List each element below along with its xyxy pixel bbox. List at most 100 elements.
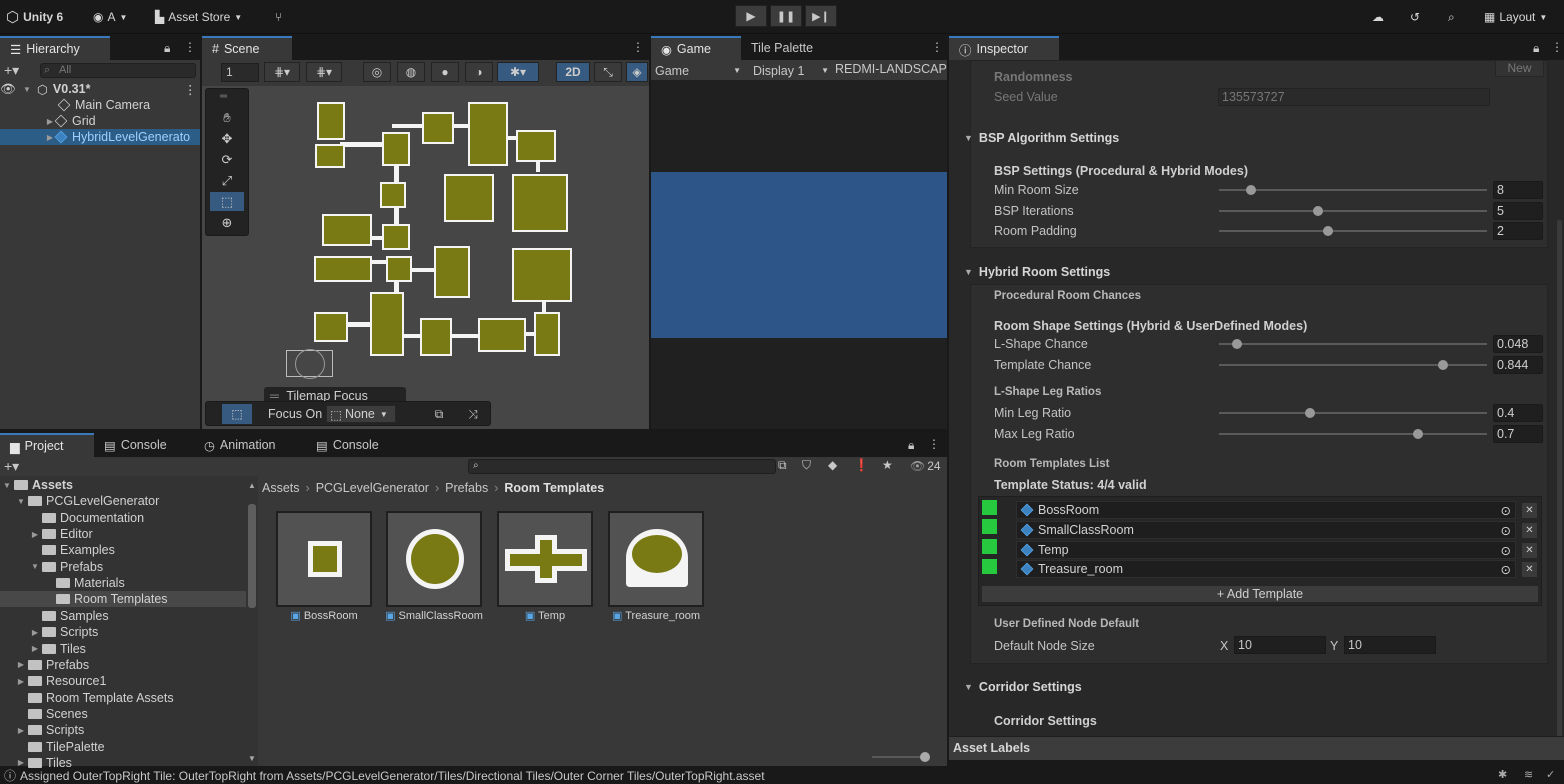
more-menu-icon[interactable]: ⋮ [928,437,940,451]
template-chance-field[interactable]: 0.844 [1493,356,1543,374]
slider-knob[interactable] [1305,408,1315,418]
object-picker-icon[interactable]: ⊙ [1501,523,1511,538]
rotate-tool-icon[interactable]: ⟳ [210,150,244,169]
focus-dropdown[interactable]: ⬚ None ▼ [326,405,397,423]
tree-scrollbar[interactable] [248,504,256,608]
template-field-bossroom[interactable]: BossRoom ⊙ [1016,501,1516,519]
shading-icon[interactable]: ◍ [397,62,425,82]
project-tree-item[interactable]: ▶ Scripts [0,624,246,640]
object-picker-icon[interactable]: ⊙ [1501,503,1511,518]
layout-dropdown[interactable]: ▦ Layout ▼ [1484,8,1547,26]
layers-icon[interactable]: ◈ [626,62,648,82]
gizmos-button[interactable]: ✱▾ [497,62,539,82]
star-icon[interactable]: ★ [882,458,893,472]
grid-visibility-button[interactable]: ⋕▾ [306,62,342,82]
pause-button[interactable]: ❚❚ [770,5,802,27]
min-leg-ratio-field[interactable]: 0.4 [1493,404,1543,422]
expand-arrow-icon[interactable]: ▼ [30,562,40,571]
l-shape-chance-slider[interactable] [1219,339,1487,349]
step-button[interactable]: ▶❙ [805,5,837,27]
node-size-x-field[interactable]: 10 [1234,636,1326,654]
corridor-section-header[interactable]: ▼ Corridor Settings [964,676,1546,698]
expand-arrow-icon[interactable]: ▶ [45,117,55,126]
breadcrumb-item[interactable]: Room Templates [504,481,604,495]
version-control-icon[interactable]: ⑂ [275,8,282,26]
bsp-iterations-slider[interactable] [1219,206,1487,216]
object-picker-icon[interactable]: ⊙ [1501,562,1511,577]
breadcrumb-item[interactable]: Assets [262,481,300,495]
hierarchy-item-hybrid-level-generator[interactable]: ▶ HybridLevelGenerato [0,129,200,145]
visibility-count[interactable]: 👁︎ 24 [910,459,941,473]
scroll-up-icon[interactable]: ▲ [248,481,256,490]
shuffle-icon[interactable]: ⤨ [462,404,484,424]
select-tile-icon[interactable]: ⬚ [222,404,252,424]
unity-logo-menu[interactable]: ⬡ Unity 6 [6,8,63,26]
project-tree-item[interactable]: Scenes [0,706,246,722]
scroll-down-icon[interactable]: ▼ [248,754,256,763]
project-tree-item[interactable]: ▼ PCGLevelGenerator [0,493,246,509]
min-room-size-slider[interactable] [1219,185,1487,195]
drag-handle-icon[interactable]: ═ [220,91,227,102]
expand-arrow-icon[interactable]: ▶ [45,133,55,142]
lighting-icon[interactable]: ◑ [465,62,493,82]
thumbnail-size-slider[interactable] [872,752,930,762]
hand-tool-icon[interactable]: ✋︎ [210,108,244,127]
check-icon[interactable]: ✓ [1546,768,1555,781]
remove-template-button[interactable]: ✕ [1521,561,1538,578]
game-mode-dropdown[interactable]: Game ▼ [655,62,741,79]
template-field-smallclassroom[interactable]: SmallClassRoom ⊙ [1016,521,1516,539]
project-tree-item[interactable]: ▼ Assets [0,477,246,493]
tab-console-2[interactable]: ▤ Console [306,433,406,457]
min-leg-ratio-slider[interactable] [1219,408,1487,418]
hierarchy-search-input[interactable]: ⌕ All [40,63,196,78]
slider-knob[interactable] [1413,429,1423,439]
tab-hierarchy[interactable]: ☰ Hierarchy [0,36,110,60]
min-room-size-field[interactable]: 8 [1493,181,1543,199]
transform-tool-icon[interactable]: ⊕ [210,213,244,232]
expand-arrow-icon[interactable]: ▶ [16,660,26,669]
max-leg-ratio-slider[interactable] [1219,429,1487,439]
hierarchy-item-grid[interactable]: ▶ Grid [0,113,96,129]
object-picker-icon[interactable]: ⊙ [1501,543,1511,558]
add-icon[interactable]: +▾ [4,62,19,79]
tab-animation[interactable]: ◷ Animation [194,433,306,457]
asset-tile-bossroom[interactable] [276,511,372,607]
slider-knob[interactable] [920,752,930,762]
expand-arrow-icon[interactable]: ▼ [22,85,32,94]
search-by-type-icon[interactable]: ⧉ [778,458,787,473]
slider-knob[interactable] [1438,360,1448,370]
more-menu-icon[interactable]: ⋮ [1551,40,1563,54]
scene-grid-size-field[interactable]: 1 [221,63,259,82]
rect-tool-icon[interactable]: ⬚ [210,192,244,211]
breadcrumb-item[interactable]: Prefabs [445,481,488,495]
hybrid-section-header[interactable]: ▼ Hybrid Room Settings [964,261,1546,283]
expand-arrow-icon[interactable]: ▶ [16,726,26,735]
2d-toggle[interactable]: 2D [556,62,590,82]
sphere-icon[interactable]: ● [431,62,459,82]
project-tree-item[interactable]: Room Templates [0,591,246,608]
expand-arrow-icon[interactable]: ▶ [30,530,40,539]
l-shape-chance-field[interactable]: 0.048 [1493,335,1543,353]
project-tree-item[interactable]: ▼ Prefabs [0,559,246,575]
project-tree-item[interactable]: ▶ Tiles [0,641,246,657]
project-tree-item[interactable]: Documentation [0,510,246,526]
asset-label[interactable]: ▣ SmallClassRoom [378,609,490,622]
history-icon[interactable]: ↺ [1410,8,1420,26]
draw-mode-icon[interactable]: ◎ [363,62,391,82]
debug-icon[interactable]: ✱ [1498,768,1507,781]
expand-arrow-icon[interactable]: ▶ [30,628,40,637]
remove-template-button[interactable]: ✕ [1521,542,1538,559]
cloud-icon[interactable]: ☁ [1372,8,1384,26]
tab-inspector[interactable]: ⓘ Inspector [949,36,1059,60]
project-tree-item[interactable]: ▶ Scripts [0,722,246,738]
expand-arrow-icon[interactable]: ▼ [16,497,26,506]
template-chance-slider[interactable] [1219,360,1487,370]
layers-icon[interactable]: ≋ [1524,768,1533,781]
slider-knob[interactable] [1246,185,1256,195]
node-size-y-field[interactable]: 10 [1344,636,1436,654]
project-tree-item[interactable]: ▶ Prefabs [0,657,246,673]
search-icon[interactable]: ⌕ [1448,8,1455,26]
slider-knob[interactable] [1232,339,1242,349]
seed-value-field[interactable]: 135573727 [1218,88,1490,106]
scale-tool-icon[interactable]: ⤢ [210,171,244,190]
